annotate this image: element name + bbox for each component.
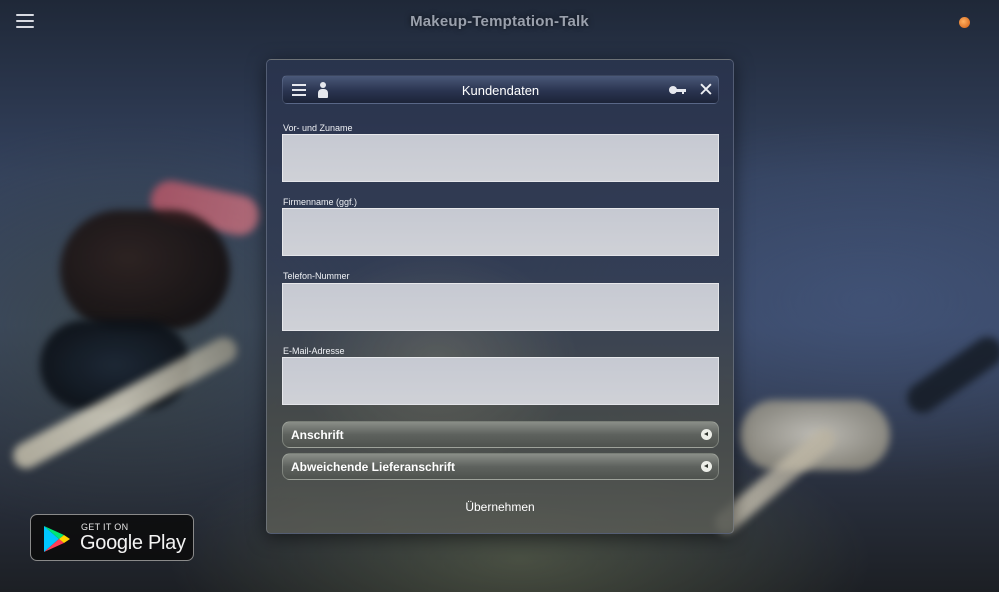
background-brush	[40, 320, 190, 410]
dialog-header: Kundendaten ✕	[282, 75, 719, 104]
background-brush	[147, 177, 263, 239]
address-section-toggle[interactable]: Anschrift	[282, 421, 719, 448]
address-section-label: Anschrift	[291, 428, 344, 442]
email-input[interactable]	[282, 357, 719, 405]
app-title: Makeup-Temptation-Talk	[410, 13, 589, 30]
background-brush	[740, 400, 890, 470]
status-dot-icon	[959, 17, 970, 28]
name-label: Vor- und Zuname	[283, 123, 353, 133]
phone-label: Telefon-Nummer	[283, 271, 350, 281]
email-label: E-Mail-Adresse	[283, 346, 345, 356]
delivery-address-section-label: Abweichende Lieferanschrift	[291, 460, 456, 474]
background-brush	[901, 331, 999, 419]
chevron-left-icon	[701, 461, 712, 472]
badge-big-text: Google Play	[80, 532, 186, 554]
key-icon[interactable]	[669, 85, 687, 95]
company-label: Firmenname (ggf.)	[283, 197, 358, 207]
delivery-address-section-toggle[interactable]: Abweichende Lieferanschrift	[282, 453, 719, 480]
badge-small-text: GET IT ON	[81, 522, 129, 532]
apply-button[interactable]: Übernehmen	[267, 500, 733, 514]
dialog-title: Kundendaten	[461, 83, 540, 98]
phone-input[interactable]	[282, 283, 719, 331]
name-input[interactable]	[282, 134, 719, 182]
customer-data-dialog: Kundendaten ✕ Vor- und Zuname Firmenname…	[266, 59, 734, 534]
company-input[interactable]	[282, 208, 719, 256]
close-icon[interactable]: ✕	[697, 80, 715, 100]
google-play-icon	[44, 526, 70, 552]
google-play-badge[interactable]: GET IT ON Google Play	[30, 514, 194, 561]
chevron-left-icon	[701, 429, 712, 440]
background-brush	[60, 210, 230, 330]
top-bar: Makeup-Temptation-Talk	[0, 0, 999, 46]
background-brush	[8, 332, 242, 474]
